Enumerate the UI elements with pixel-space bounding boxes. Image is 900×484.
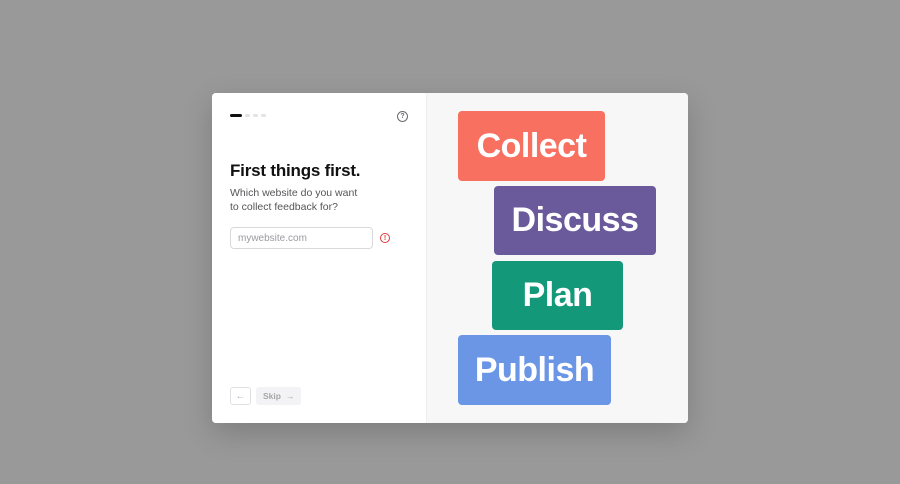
publish-block: Publish [458,335,611,405]
progress-step-2 [245,114,250,117]
skip-label: Skip [263,391,281,401]
collect-label: Collect [476,126,587,165]
collect-block: Collect [458,111,605,181]
illustration-panel: Collect Discuss Plan Publish [427,93,688,423]
plan-block: Plan [492,261,623,330]
plan-label: Plan [522,276,593,314]
page-title: First things first. [230,161,361,180]
arrow-left-icon: ← [235,390,246,402]
progress-step-1 [230,114,242,117]
website-input[interactable] [230,227,373,249]
progress-step-3 [253,114,258,117]
back-button[interactable]: ← [230,387,251,405]
publish-label: Publish [474,350,595,389]
exclamation-circle-icon: ! [380,233,390,243]
arrow-right-icon: → [285,391,295,401]
discuss-block: Discuss [494,186,656,255]
onboarding-modal: ? First things first. Which website do y… [212,93,688,423]
discuss-label: Discuss [511,201,639,239]
step-progress [230,114,266,117]
page-subtitle: Which website do you want to collect fee… [230,187,358,213]
progress-step-4 [261,114,266,117]
skip-button[interactable]: Skip → [256,387,302,405]
question-circle-icon[interactable]: ? [397,111,408,122]
form-panel: ? First things first. Which website do y… [212,93,427,423]
